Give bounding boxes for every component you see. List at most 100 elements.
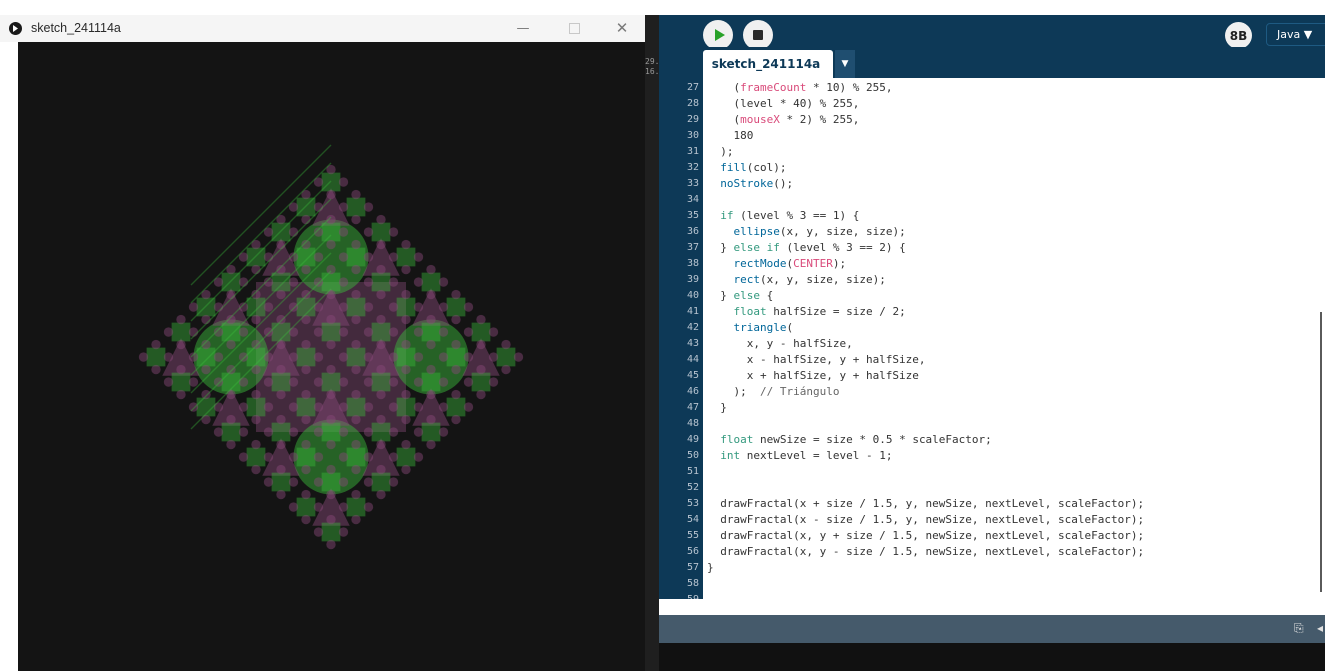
fractal-shape [471, 372, 491, 392]
code-line: drawFractal(x, y - size / 1.5, newSize, … [707, 545, 1145, 558]
fractal-shape [388, 352, 399, 362]
fractal-shape [271, 372, 291, 392]
fractal-shape [346, 447, 366, 467]
run-button[interactable] [703, 20, 733, 50]
fractal-shape [313, 527, 324, 537]
sketch-titlebar[interactable]: sketch_241114a — ✕ [0, 15, 645, 43]
line-number: 38 [686, 258, 699, 269]
fractal-shape [413, 377, 424, 387]
fractal-shape [338, 277, 349, 287]
maximize-button[interactable] [556, 17, 592, 39]
fractal-shape [196, 347, 216, 367]
fractal-shape [288, 352, 299, 362]
fractal-shape [146, 347, 166, 367]
fractal-shape [401, 464, 411, 475]
code-editor[interactable]: (frameCount * 10) % 255, (level * 40) % … [703, 78, 1313, 599]
code-line: rectMode(CENTER); [733, 257, 847, 270]
fractal-shape [438, 377, 449, 387]
chevron-down-icon: ▼ [841, 59, 849, 69]
fractal-shape [376, 264, 386, 275]
fractal-shape [296, 397, 316, 417]
debugger-button[interactable]: 8B [1225, 22, 1252, 49]
fractal-shape [321, 522, 341, 542]
fractal-shape [246, 397, 266, 417]
fractal-shape [371, 272, 391, 292]
fractal-shape [321, 372, 341, 392]
line-number: 54 [686, 514, 699, 525]
fractal-shape [446, 397, 466, 417]
fractal-shape [451, 314, 461, 325]
fractal-shape [276, 389, 286, 400]
fractal-shape [363, 202, 374, 212]
fractal-shape [276, 364, 286, 375]
sketch-canvas[interactable] [18, 42, 645, 671]
fractal-shape [388, 402, 399, 412]
fractal-shape [296, 347, 316, 367]
fractal-shape [501, 364, 511, 375]
close-button[interactable]: ✕ [604, 17, 640, 39]
fractal-shape [326, 514, 336, 525]
tab-sketch[interactable]: sketch_241114a [703, 50, 833, 78]
fractal-shape [396, 347, 416, 367]
fractal-shape [413, 302, 424, 312]
fractal-shape [188, 302, 199, 312]
fractal-shape [401, 439, 411, 450]
fractal-shape [238, 327, 249, 337]
fractal-shape [363, 502, 374, 512]
fractal-shape [363, 302, 374, 312]
minimize-button[interactable]: — [505, 17, 541, 39]
fractal-shape [296, 197, 316, 217]
fractal-shape [376, 339, 386, 350]
clipboard-icon[interactable]: ⎘ [1294, 621, 1304, 636]
fractal-shape [288, 377, 299, 387]
ide-statusbar: ⎘ ◂ [659, 615, 1325, 643]
sketch-window-title: sketch_241114a [31, 21, 121, 35]
fractal-shape [426, 364, 436, 375]
fractal-shape [326, 389, 336, 400]
code-line: (mouseX * 2) % 255, [707, 113, 860, 126]
fractal-shape [276, 239, 286, 250]
collapse-arrow-icon[interactable]: ◂ [1317, 621, 1323, 635]
fractal-shape [276, 439, 286, 450]
fractal-shape [463, 302, 474, 312]
line-number: 52 [686, 482, 699, 493]
fractal-shape [351, 339, 361, 350]
fractal-shape [321, 322, 341, 342]
minimize-icon: — [516, 20, 530, 36]
line-number: 29 [686, 114, 699, 125]
sketch-window: sketch_241114a — ✕ [0, 15, 645, 671]
fractal-shape [176, 389, 186, 400]
tab-menu-button[interactable]: ▼ [835, 50, 855, 78]
line-number: 35 [686, 210, 699, 221]
fractal-shape [226, 414, 236, 425]
fractal-shape [388, 252, 399, 262]
line-number: 36 [686, 226, 699, 237]
fractal-shape [376, 439, 386, 450]
editor-scroll-track[interactable] [1313, 78, 1325, 599]
fractal-shape [138, 352, 149, 362]
fractal-shape [346, 297, 366, 317]
fractal-shape [451, 289, 461, 300]
code-line: triangle( [733, 321, 794, 334]
fractal-shape [463, 402, 474, 412]
fractal-shape [351, 464, 361, 475]
fractal-shape [301, 464, 311, 475]
fractal-shape [171, 322, 191, 342]
editor-scrollbar[interactable] [1320, 312, 1322, 592]
fractal-shape [401, 339, 411, 350]
fractal-shape [376, 364, 386, 375]
fractal-shape [351, 514, 361, 525]
fractal-shape [251, 389, 261, 400]
line-number-gutter: 27 28 29 30 31 32 33 34 35 36 37 38 39 40 41 42 43 44 45 46… [659, 78, 703, 605]
line-number: 37 [686, 242, 699, 253]
fractal-shape [246, 247, 266, 267]
fractal-shape [176, 339, 186, 350]
mode-selector[interactable]: Java ▼ [1266, 23, 1325, 46]
fractal-shape [413, 277, 424, 287]
fractal-shape [338, 402, 349, 412]
fractal-shape [476, 339, 486, 350]
fractal-shape [413, 452, 424, 462]
console-area[interactable] [659, 643, 1325, 671]
window-gap [645, 15, 659, 671]
stop-button[interactable] [743, 20, 773, 50]
